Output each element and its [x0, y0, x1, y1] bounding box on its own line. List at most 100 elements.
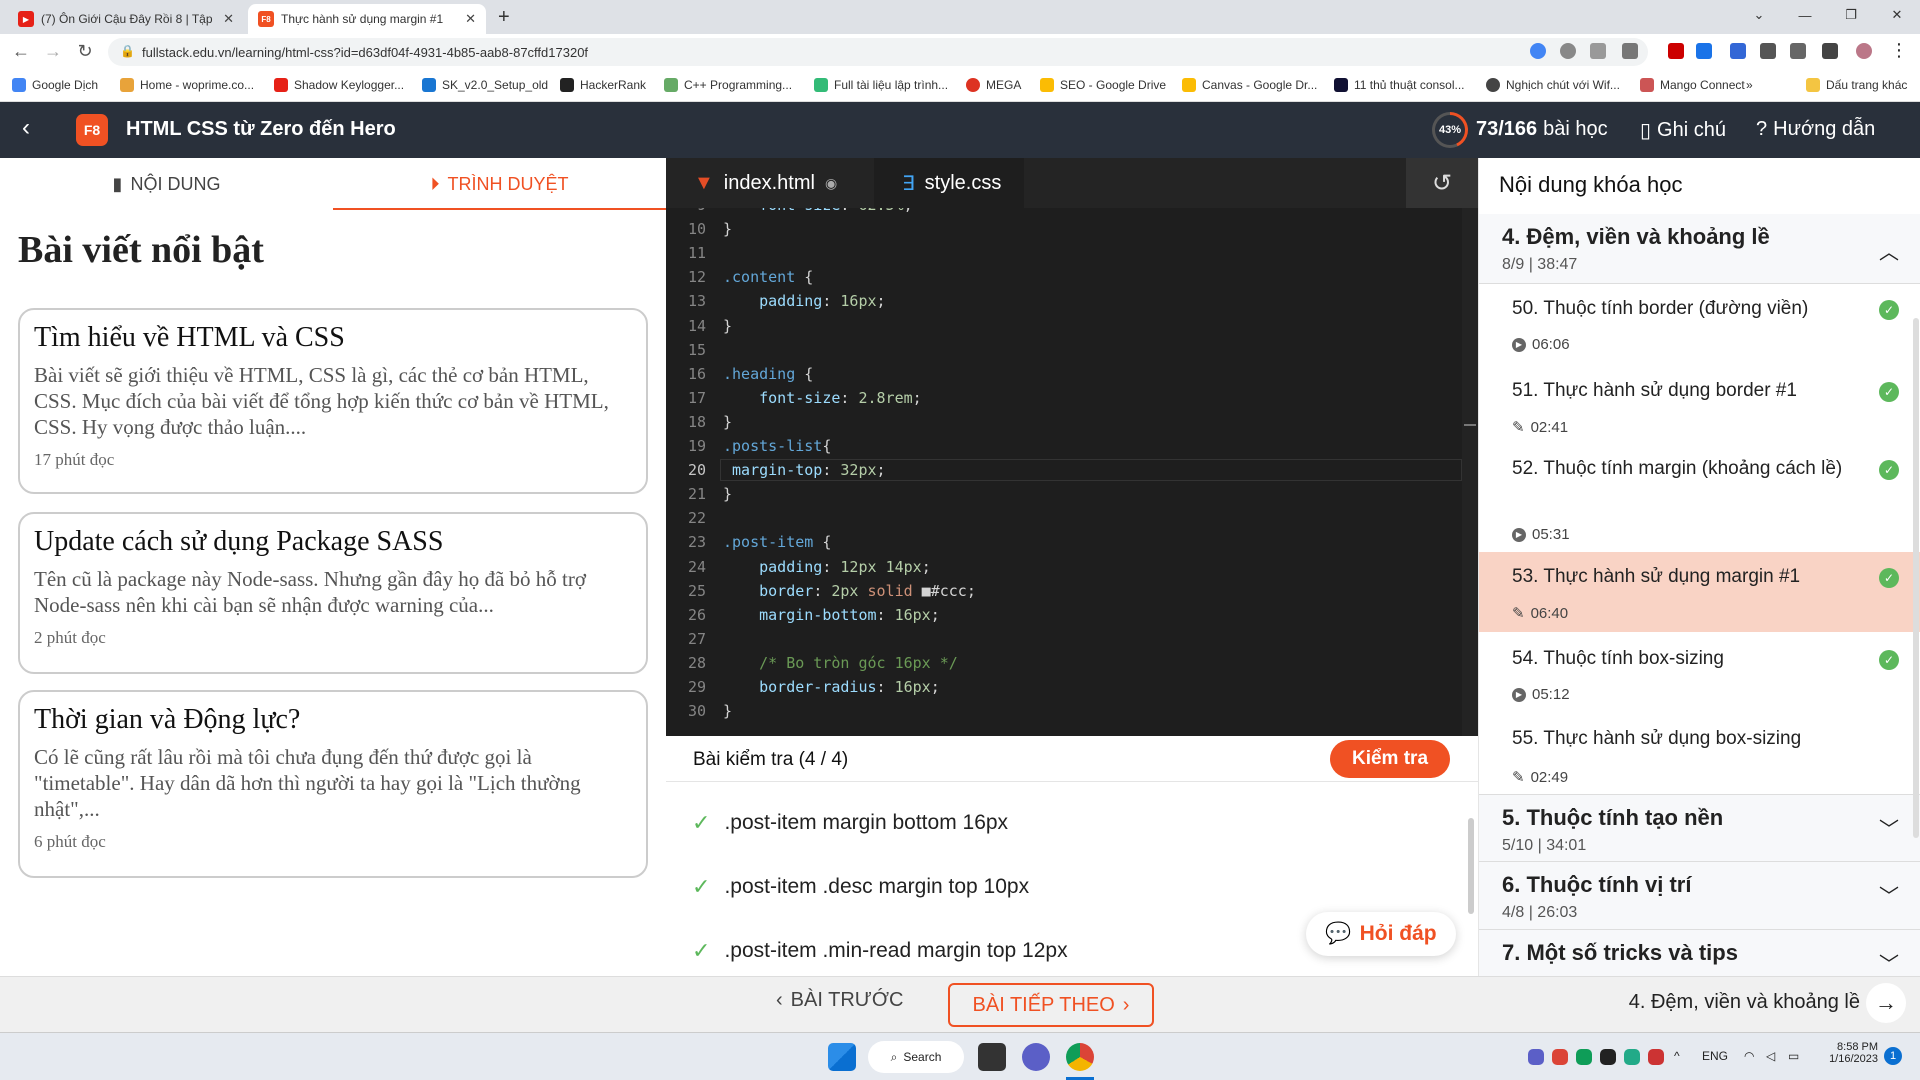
section-item[interactable]: 5. Thuộc tính tạo nền 5/10 | 34:01 ﹀: [1479, 794, 1920, 862]
lesson-item[interactable]: 52. Thuộc tính margin (khoảng cách lề) ▶…: [1479, 444, 1920, 552]
code-line[interactable]: font-size: 62.5%;: [723, 208, 913, 214]
code-line[interactable]: padding: 12px 14px;: [723, 558, 931, 576]
avatar[interactable]: [1856, 43, 1872, 59]
volume-icon[interactable]: ◁: [1766, 1049, 1775, 1063]
tab-index-html[interactable]: ▼ index.html ◉: [666, 158, 874, 208]
tray-icon[interactable]: [1600, 1049, 1616, 1065]
post-item[interactable]: Update cách sử dụng Package SASS Tên cũ …: [18, 512, 648, 674]
minimize-icon[interactable]: —: [1782, 0, 1828, 30]
bookmark-item[interactable]: SK_v2.0_Setup_old: [422, 78, 548, 92]
check-button[interactable]: Kiểm tra: [1330, 740, 1450, 778]
code-area[interactable]: 9 font-size: 62.5%; 10} 11 12 .content {13 p…: [666, 208, 1462, 736]
bookmarks-more[interactable]: »: [1746, 78, 1753, 92]
code-line[interactable]: border: 2px solid ■#ccc;: [723, 582, 976, 600]
window-close-icon[interactable]: ✕: [1874, 0, 1920, 30]
code-line[interactable]: }: [723, 317, 732, 335]
clock[interactable]: 8:58 PM 1/16/2023: [1826, 1041, 1878, 1065]
teams-icon[interactable]: [1022, 1043, 1050, 1071]
help-qa-button[interactable]: 💬 Hỏi đáp: [1306, 912, 1456, 956]
bookmark-item[interactable]: Nghịch chút với Wif...: [1486, 78, 1620, 92]
maximize-icon[interactable]: ❐: [1828, 0, 1874, 30]
tab-content[interactable]: ▮ NỘI DUNG: [0, 158, 333, 210]
tab-style-css[interactable]: ∃ style.css: [874, 158, 1024, 208]
lesson-item[interactable]: 55. Thực hành sử dụng box-sizing ✎ 02:49: [1479, 712, 1920, 794]
bookmark-item[interactable]: Full tài liệu lập trình...: [814, 78, 948, 92]
browser-tab-active[interactable]: F8 Thực hành sử dụng margin #1 ✕: [248, 4, 486, 34]
tray-icon[interactable]: [1576, 1049, 1592, 1065]
bookmark-item[interactable]: SEO - Google Drive: [1040, 78, 1166, 92]
code-line[interactable]: .post-item {: [723, 533, 831, 551]
share-icon[interactable]: [1590, 43, 1606, 59]
notification-badge[interactable]: 1: [1884, 1047, 1902, 1065]
tab-browser[interactable]: ⏵ TRÌNH DUYỆT: [333, 158, 666, 210]
puzzle-icon[interactable]: [1760, 43, 1776, 59]
tab-search-icon[interactable]: ⌄: [1736, 0, 1782, 30]
editor-scrollbar[interactable]: [1462, 208, 1478, 736]
prev-lesson-button[interactable]: ‹ BÀI TRƯỚC: [776, 989, 903, 1012]
bookmark-item[interactable]: Google Dịch: [12, 78, 98, 92]
code-line[interactable]: }: [723, 220, 732, 238]
code-line[interactable]: .heading {: [723, 365, 813, 383]
next-lesson-button[interactable]: BÀI TIẾP THEO ›: [948, 983, 1154, 1027]
code-line[interactable]: /* Bo tròn góc 16px */: [723, 654, 958, 672]
code-line[interactable]: margin-bottom: 16px;: [723, 606, 940, 624]
bookmark-item[interactable]: HackerRank: [560, 78, 646, 92]
code-line[interactable]: }: [723, 413, 732, 431]
tray-icon[interactable]: [1528, 1049, 1544, 1065]
f8-logo[interactable]: F8: [76, 114, 108, 146]
bookmark-item[interactable]: MEGA: [966, 78, 1021, 92]
code-line[interactable]: .content {: [723, 268, 813, 286]
bookmark-item[interactable]: Canvas - Google Dr...: [1182, 78, 1317, 92]
code-line[interactable]: }: [723, 485, 732, 503]
bookmark-item[interactable]: Shadow Keylogger...: [274, 78, 404, 92]
section-item[interactable]: 4. Đệm, viền và khoảng lề 8/9 | 38:47 ︿: [1479, 214, 1920, 284]
post-item[interactable]: Tìm hiểu về HTML và CSS Bài viết sẽ giới…: [18, 308, 648, 494]
extension-icon[interactable]: [1696, 43, 1712, 59]
bookmark-star-icon[interactable]: [1622, 43, 1638, 59]
other-bookmarks[interactable]: Dấu trang khác: [1806, 78, 1907, 92]
guide-button[interactable]: ? Hướng dẫn: [1756, 118, 1875, 141]
tray-icon[interactable]: [1648, 1049, 1664, 1065]
back-chevron-icon[interactable]: ‹: [22, 114, 30, 142]
lesson-item[interactable]: 51. Thực hành sử dụng border #1 ✎ 02:41 ✓: [1479, 364, 1920, 444]
wifi-icon[interactable]: ◠: [1744, 1049, 1754, 1063]
battery-icon[interactable]: ▭: [1788, 1049, 1799, 1063]
windows-start-icon[interactable]: [828, 1043, 856, 1071]
bookmark-item[interactable]: Mango Connect: [1640, 78, 1745, 92]
google-icon[interactable]: [1530, 43, 1546, 59]
browser-tab[interactable]: ▶ (7) Ôn Giới Cậu Đây Rồi 8 | Tập 1 ✕: [8, 4, 244, 34]
code-line[interactable]: .posts-list{: [723, 437, 831, 455]
language-indicator[interactable]: ENG: [1702, 1049, 1728, 1063]
tray-icon[interactable]: [1552, 1049, 1568, 1065]
code-line[interactable]: font-size: 2.8rem;: [723, 389, 922, 407]
back-icon[interactable]: ←: [10, 41, 32, 62]
lesson-item-active[interactable]: 53. Thực hành sử dụng margin #1 ✎ 06:40 ✓: [1479, 552, 1920, 632]
url-input[interactable]: 🔒 fullstack.edu.vn/learning/html-css?id=…: [108, 38, 1648, 66]
menu-icon[interactable]: ⋮: [1890, 40, 1908, 61]
reload-icon[interactable]: ↻: [74, 41, 96, 62]
bookmark-item[interactable]: C++ Programming...: [664, 78, 792, 92]
new-tab-icon[interactable]: +: [498, 6, 510, 29]
side-panel-icon[interactable]: [1822, 43, 1838, 59]
extension-icon[interactable]: [1668, 43, 1684, 59]
reading-list-icon[interactable]: [1790, 43, 1806, 59]
bookmark-item[interactable]: Home - woprime.co...: [120, 78, 254, 92]
close-icon[interactable]: ✕: [465, 11, 476, 27]
tray-chevron-icon[interactable]: ^: [1674, 1049, 1680, 1063]
reset-icon[interactable]: ↺: [1406, 158, 1478, 208]
quiz-scrollbar[interactable]: [1468, 818, 1474, 914]
tray-icon[interactable]: [1624, 1049, 1640, 1065]
toggle-sidebar-arrow-icon[interactable]: →: [1866, 983, 1906, 1023]
zoom-icon[interactable]: [1560, 43, 1576, 59]
lesson-item[interactable]: 54. Thuộc tính box-sizing ▶ 05:12 ✓: [1479, 632, 1920, 712]
code-line[interactable]: border-radius: 16px;: [723, 678, 940, 696]
section-item[interactable]: 6. Thuộc tính vị trí 4/8 | 26:03 ﹀: [1479, 862, 1920, 930]
post-item[interactable]: Thời gian và Động lực? Có lẽ cũng rất lâ…: [18, 690, 648, 878]
close-icon[interactable]: ✕: [223, 11, 234, 27]
section-item[interactable]: 7. Một số tricks và tips ﹀: [1479, 930, 1920, 976]
chrome-icon[interactable]: [1066, 1043, 1094, 1071]
notes-button[interactable]: ▯ Ghi chú: [1640, 118, 1726, 143]
bookmark-item[interactable]: 11 thủ thuật consol...: [1334, 78, 1465, 92]
taskbar-search[interactable]: ⌕ Search: [868, 1041, 964, 1073]
code-line[interactable]: padding: 16px;: [723, 292, 885, 310]
